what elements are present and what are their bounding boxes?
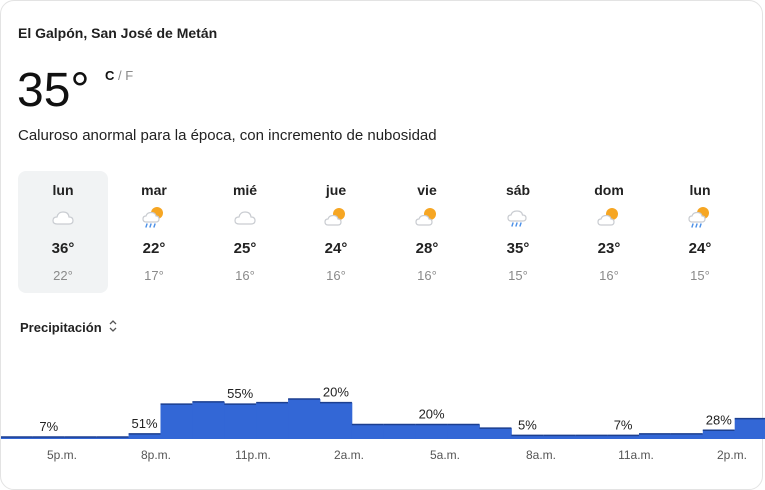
precipitation-label: 7% — [614, 417, 633, 432]
current-temperature: 35° — [17, 64, 90, 117]
location-title: El Galpón, San José de Metán — [18, 25, 218, 41]
precipitation-bar — [351, 424, 385, 439]
day-name: jue — [325, 182, 347, 198]
precipitation-dropdown[interactable]: Precipitación — [20, 320, 102, 335]
forecast-day-7[interactable]: lun 24° 15° — [655, 171, 745, 293]
celsius-button[interactable]: C — [105, 68, 114, 83]
day-name: mié — [232, 182, 258, 198]
precipitation-bar — [734, 418, 765, 439]
day-low-temp: 22° — [53, 268, 73, 283]
partly-cloudy-icon — [324, 208, 345, 226]
precipitation-label: 7% — [39, 419, 58, 434]
x-tick-label: 5a.m. — [429, 448, 460, 462]
precipitation-bar — [320, 402, 353, 439]
day-low-temp: 15° — [508, 268, 528, 283]
precipitation-bar — [415, 424, 448, 439]
precipitation-bar — [639, 433, 672, 439]
day-high-temp: 22° — [142, 240, 166, 257]
precipitation-label: 20% — [419, 407, 445, 422]
precipitation-bar — [670, 433, 704, 439]
day-high-temp: 23° — [597, 240, 621, 257]
precipitation-bar — [447, 424, 480, 439]
precipitation-bar — [224, 404, 257, 439]
day-high-temp: 28° — [415, 240, 439, 257]
unit-toggle: C / F — [105, 68, 133, 83]
forecast-day-4[interactable]: vie 28° 16° — [382, 171, 472, 293]
precipitation-label: 5% — [518, 417, 537, 432]
precipitation-bar — [256, 402, 289, 439]
forecast-day-1[interactable]: mar 22° 17° — [109, 171, 199, 293]
day-low-temp: 16° — [235, 268, 255, 283]
precipitation-label: 20% — [323, 385, 349, 400]
precipitation-bar — [128, 433, 161, 439]
precipitation-label: 28% — [706, 412, 732, 427]
cloud-rain-icon — [507, 210, 527, 227]
day-name: sáb — [505, 182, 531, 198]
day-name: vie — [417, 182, 437, 198]
up-down-chevron-icon[interactable] — [108, 319, 118, 333]
sun-cloud-rain-icon — [142, 207, 163, 228]
x-tick-label: 2a.m. — [333, 448, 364, 462]
day-high-temp: 35° — [506, 240, 530, 257]
cloudy-icon — [52, 211, 74, 225]
day-high-temp: 24° — [688, 240, 712, 257]
partly-cloudy-icon — [597, 208, 618, 226]
x-tick-label: 8p.m. — [140, 448, 171, 462]
precipitation-bar — [702, 430, 736, 439]
precipitation-bar — [479, 428, 512, 439]
day-low-temp: 16° — [417, 268, 437, 283]
x-tick-label: 8a.m. — [525, 448, 556, 462]
forecast-day-2[interactable]: mié 25° 16° — [200, 171, 290, 293]
precipitation-bar — [383, 424, 417, 439]
fahrenheit-button[interactable]: F — [125, 68, 133, 83]
forecast-day-3[interactable]: jue 24° 16° — [291, 171, 381, 293]
precipitation-bar — [288, 399, 321, 439]
chart-x-axis: 5p.m. 8p.m. 11p.m. 2a.m. 5a.m. 8a.m. 11a.m. 2p.… — [1, 448, 765, 468]
day-high-temp: 25° — [233, 240, 257, 257]
x-tick-label: 5p.m. — [46, 448, 77, 462]
day-high-temp: 24° — [324, 240, 348, 257]
forecast-day-6[interactable]: dom 23° 16° — [564, 171, 654, 293]
precipitation-chart: 7% 51% 55% 20% 20% 5% 7% 28% — [1, 385, 765, 439]
cloudy-icon — [234, 211, 256, 225]
precipitation-label: 55% — [227, 386, 253, 401]
weather-description: Caluroso anormal para la época, con incr… — [18, 127, 437, 144]
precipitation-bar — [160, 404, 193, 439]
day-low-temp: 17° — [144, 268, 164, 283]
forecast-day-5[interactable]: sáb 35° 15° — [473, 171, 563, 293]
precipitation-bar — [192, 401, 225, 439]
day-name: lun — [52, 182, 74, 198]
weather-card: El Galpón, San José de Metán 35° C / F C… — [0, 0, 765, 490]
day-name: lun — [689, 182, 711, 198]
unit-separator: / — [118, 68, 122, 83]
partly-cloudy-icon — [415, 208, 436, 226]
day-name: mar — [141, 182, 167, 198]
forecast-day-0[interactable]: lun 36° 22° — [18, 171, 108, 293]
x-tick-label: 2p.m. — [716, 448, 747, 462]
day-name: dom — [594, 182, 624, 198]
sun-cloud-rain-icon — [688, 207, 709, 228]
day-high-temp: 36° — [51, 240, 75, 257]
day-low-temp: 15° — [690, 268, 710, 283]
day-low-temp: 16° — [599, 268, 619, 283]
day-low-temp: 16° — [326, 268, 346, 283]
x-tick-label: 11a.m. — [618, 448, 654, 462]
precipitation-label: 51% — [131, 416, 157, 431]
daily-forecast: lun 36° 22° mar 22° 17° mié 25° 16° jue 24° 16° vie 2… — [18, 171, 746, 293]
x-tick-label: 11p.m. — [235, 448, 271, 462]
